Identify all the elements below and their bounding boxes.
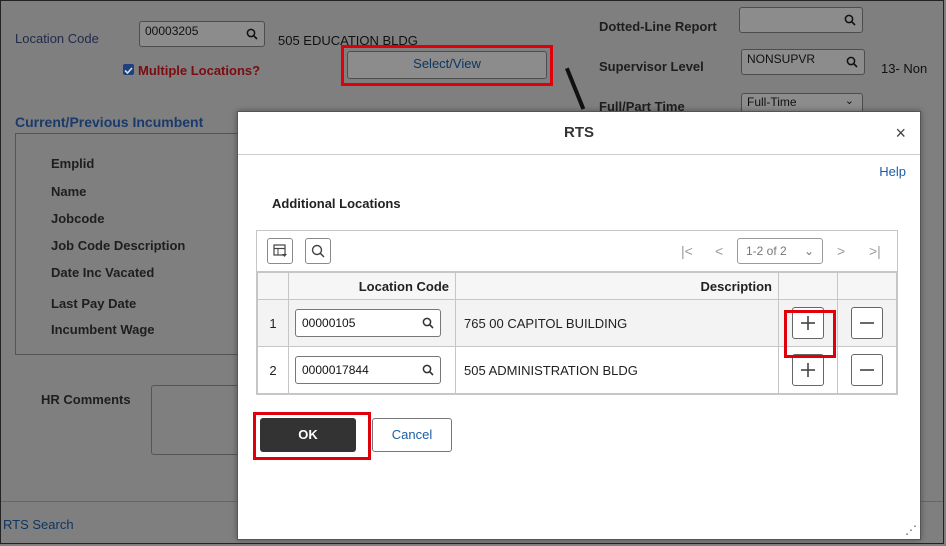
lookup-icon[interactable] (422, 364, 434, 376)
multiple-locations-checkbox[interactable] (123, 64, 134, 75)
hr-comments-textarea[interactable] (151, 385, 241, 455)
personalize-button[interactable] (267, 238, 293, 264)
description-header: Description (455, 272, 779, 300)
last-page-icon[interactable]: >| (869, 243, 881, 259)
field-last-pay-date: Last Pay Date (51, 296, 137, 311)
dotted-line-input[interactable] (739, 7, 863, 33)
location-code-label: Location Code (15, 31, 99, 46)
search-icon (311, 244, 325, 258)
delete-row-button[interactable] (851, 307, 883, 339)
lookup-icon[interactable] (422, 317, 434, 329)
lookup-icon[interactable] (846, 56, 858, 68)
close-icon[interactable]: × (895, 124, 906, 142)
resize-handle-icon[interactable]: ⋰ (905, 523, 917, 537)
delete-row-button[interactable] (851, 354, 883, 386)
previous-page-icon[interactable]: < (715, 243, 723, 259)
supervisor-level-value: NONSUPVR (747, 52, 816, 66)
next-page-icon[interactable]: > (837, 243, 845, 259)
delete-header (837, 272, 897, 300)
supervisor-level-input[interactable]: NONSUPVR (741, 49, 865, 75)
location-code-header: Location Code (288, 272, 456, 300)
section-title: Current/Previous Incumbent (15, 114, 204, 130)
location-code-input[interactable]: 00000105 (295, 309, 441, 337)
checkmark-icon (124, 67, 133, 75)
pager-text: 1-2 of 2 (746, 244, 787, 258)
rts-search-label: RTS Search (3, 517, 74, 532)
row-number: 1 (257, 299, 289, 347)
multiple-locations-label: Multiple Locations? (138, 63, 261, 78)
cancel-label: Cancel (391, 427, 433, 442)
location-code-cell: 0000017844 (288, 346, 456, 394)
row-number-header (257, 272, 289, 300)
location-code-value: 0000017844 (302, 363, 369, 377)
table-header-row: Location Code Description (257, 272, 897, 300)
hr-comments-label: HR Comments (41, 392, 131, 407)
field-job-code-description: Job Code Description (51, 238, 186, 253)
additional-locations-title: Additional Locations (272, 196, 401, 211)
select-view-highlight (341, 45, 553, 86)
supervisor-level-description: 13- Non (881, 61, 928, 76)
location-code-value: 00000105 (302, 316, 356, 330)
callout-line (565, 67, 586, 110)
field-name: Name (51, 184, 87, 199)
plus-icon (801, 363, 815, 377)
add-row-highlight (784, 310, 836, 358)
chevron-down-icon: ⌄ (844, 95, 854, 107)
delete-cell (837, 346, 897, 394)
description-cell: 765 00 CAPITOL BUILDING (455, 299, 779, 347)
minus-icon (860, 322, 874, 324)
row-number: 2 (257, 346, 289, 394)
add-row-button[interactable] (792, 354, 824, 386)
ok-highlight (253, 412, 371, 460)
add-header (778, 272, 838, 300)
location-code-input[interactable]: 00003205 (139, 21, 265, 47)
location-code-input[interactable]: 0000017844 (295, 356, 441, 384)
dotted-line-label: Dotted-Line Report (599, 19, 717, 34)
first-page-icon[interactable]: |< (681, 243, 693, 259)
rts-modal: RTS × Help Additional Locations |< < 1-2… (237, 111, 921, 540)
description-cell: 505 ADMINISTRATION BLDG (455, 346, 779, 394)
modal-header: RTS × (238, 112, 920, 155)
grid-toolbar: |< < 1-2 of 2 ⌄ > >| (257, 231, 897, 272)
rts-search-link[interactable]: RTS Search (3, 517, 74, 532)
cancel-button[interactable]: Cancel (372, 418, 452, 452)
full-part-value: Full-Time (747, 95, 797, 109)
location-code-cell: 00000105 (288, 299, 456, 347)
page-select[interactable]: 1-2 of 2 ⌄ (737, 238, 823, 264)
find-button[interactable] (305, 238, 331, 264)
field-emplid: Emplid (51, 156, 95, 171)
field-jobcode: Jobcode (51, 211, 105, 226)
lookup-icon[interactable] (844, 14, 856, 26)
help-link[interactable]: Help (879, 164, 906, 179)
supervisor-level-label: Supervisor Level (599, 59, 704, 74)
modal-title: RTS (564, 124, 594, 141)
location-code-value: 00003205 (145, 24, 199, 38)
full-part-select[interactable]: Full-Time ⌄ (741, 93, 863, 113)
lookup-icon[interactable] (246, 28, 258, 40)
grid-settings-icon (273, 244, 287, 257)
chevron-down-icon: ⌄ (803, 244, 814, 258)
minus-icon (860, 369, 874, 371)
field-incumbent-wage: Incumbent Wage (51, 322, 155, 337)
field-date-inc-vacated: Date Inc Vacated (51, 265, 155, 280)
rts-page-background: Location Code 00003205 505 EDUCATION BLD… (0, 0, 944, 544)
delete-cell (837, 299, 897, 347)
